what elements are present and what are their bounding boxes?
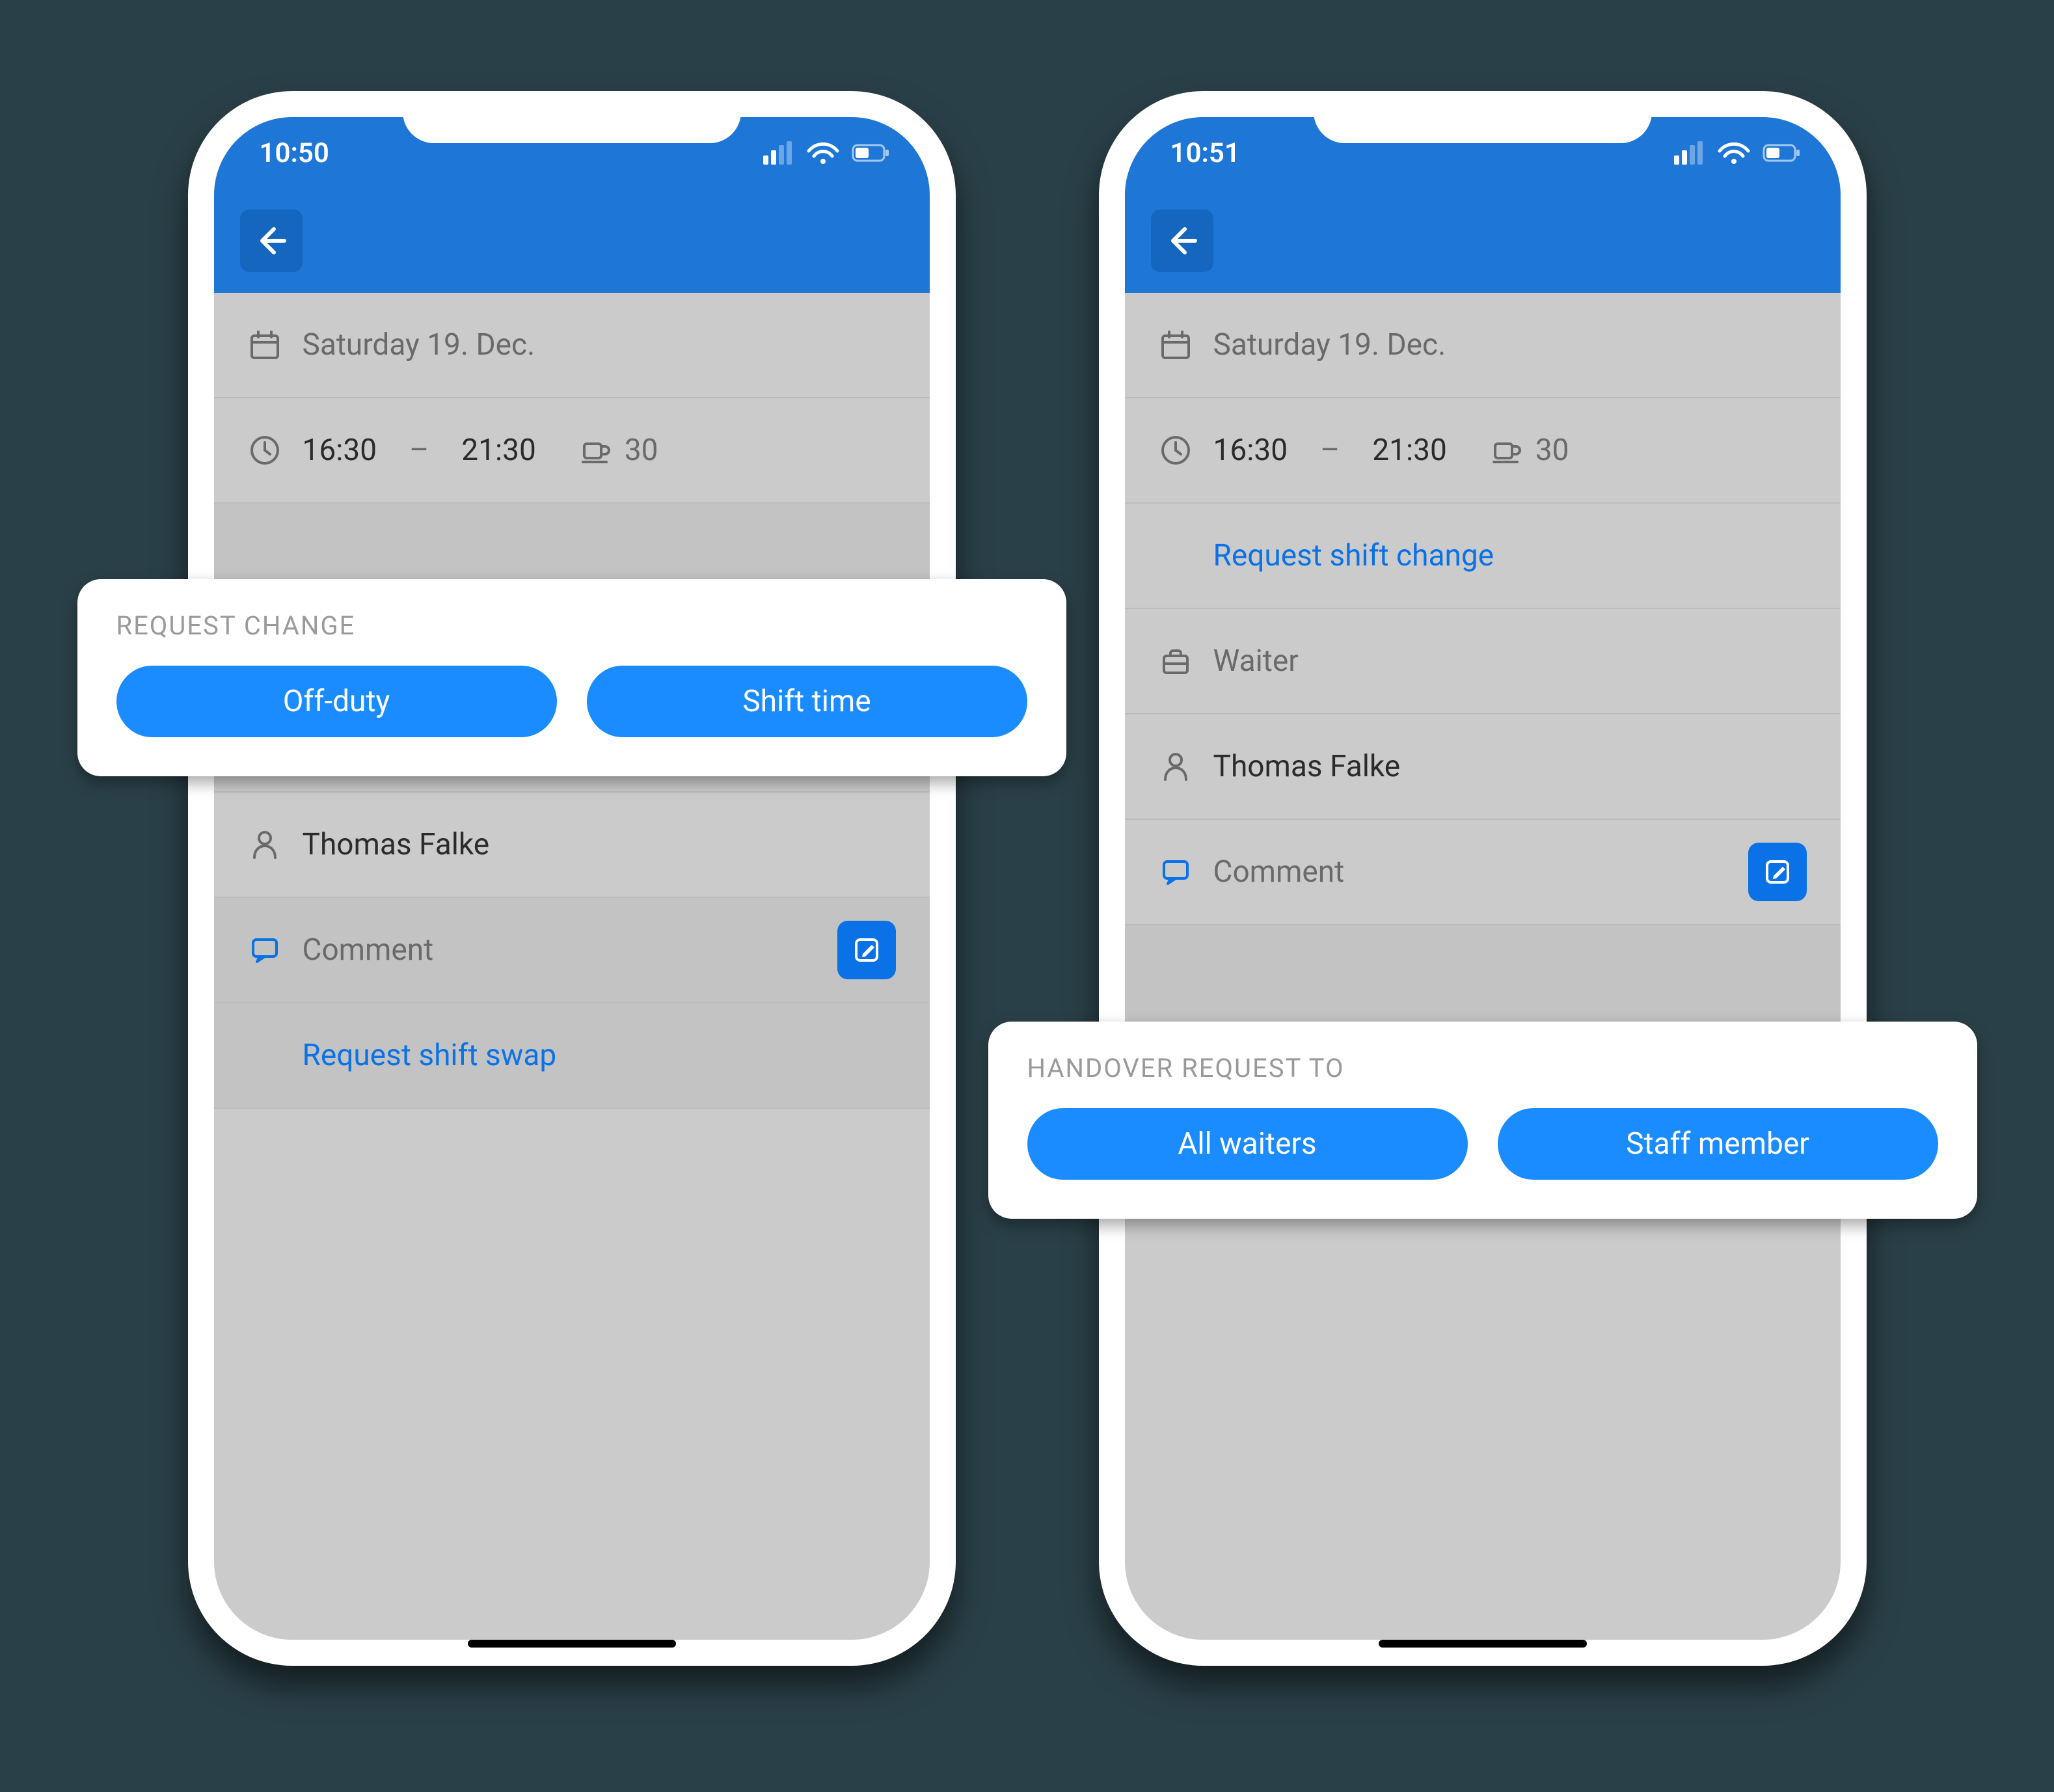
comment-label: Comment	[1213, 854, 1345, 889]
phone-frame: 10:51 Saturday 19. Dec. 16:30 –	[1099, 91, 1867, 1666]
phone-left: 10:50 Saturday 19. Dec. 16:30	[188, 91, 956, 1666]
person-icon	[248, 828, 280, 862]
time-row: 16:30 – 21:30 30	[1125, 398, 1841, 504]
time-start: 16:30	[303, 433, 377, 468]
time-end: 21:30	[1372, 433, 1447, 468]
person-name: Thomas Falke	[303, 827, 490, 862]
phone-frame: 10:50 Saturday 19. Dec. 16:30	[188, 91, 956, 1666]
handover-panel: HANDOVER REQUEST TO All waiters Staff me…	[988, 1022, 1977, 1219]
time-start: 16:30	[1213, 433, 1288, 468]
change-link-row[interactable]: Request shift change	[1125, 504, 1841, 609]
phone-right: 10:51 Saturday 19. Dec. 16:30 –	[1099, 91, 1867, 1666]
off-duty-button[interactable]: Off-duty	[116, 666, 557, 737]
edit-comment-button[interactable]	[1748, 843, 1807, 901]
swap-link-row[interactable]: Request shift swap	[214, 1003, 930, 1109]
clock-icon	[248, 433, 280, 467]
all-waiters-button[interactable]: All waiters	[1027, 1108, 1468, 1180]
home-indicator[interactable]	[468, 1640, 676, 1648]
comment-row[interactable]: Comment	[1125, 820, 1841, 925]
comment-icon	[1159, 855, 1191, 889]
panel-title: REQUEST CHANGE	[116, 610, 1027, 641]
comment-icon	[248, 933, 280, 967]
swap-link-text: Request shift swap	[303, 1038, 557, 1073]
arrow-left-icon	[254, 224, 288, 258]
person-icon	[1159, 750, 1191, 783]
signal-icon	[1671, 141, 1705, 165]
briefcase-icon	[1159, 644, 1191, 678]
calendar-icon	[248, 328, 280, 362]
app-header	[214, 189, 930, 293]
shift-time-button[interactable]: Shift time	[587, 666, 1027, 737]
date-text: Saturday 19. Dec.	[1213, 327, 1446, 362]
signal-icon	[761, 141, 794, 165]
person-row: Thomas Falke	[214, 793, 930, 898]
change-link-text: Request shift change	[1213, 538, 1494, 573]
battery-icon	[852, 141, 891, 165]
role-row: Waiter	[1125, 609, 1841, 714]
mug-icon	[578, 433, 612, 467]
request-change-panel: REQUEST CHANGE Off-duty Shift time	[77, 579, 1066, 776]
break-minutes: 30	[1535, 433, 1569, 468]
phone-screen: 10:50 Saturday 19. Dec. 16:30	[214, 117, 930, 1640]
wifi-icon	[1717, 141, 1751, 165]
time-row: 16:30 – 21:30 30	[214, 398, 930, 504]
role-text: Waiter	[1213, 644, 1299, 679]
phone-notch	[1314, 91, 1652, 143]
edit-icon	[1761, 855, 1794, 889]
status-time: 10:51	[1170, 137, 1240, 169]
app-header	[1125, 189, 1841, 293]
clock-icon	[1159, 433, 1191, 467]
date-row: Saturday 19. Dec.	[214, 293, 930, 398]
phone-screen: 10:51 Saturday 19. Dec. 16:30 –	[1125, 117, 1841, 1640]
person-row: Thomas Falke	[1125, 714, 1841, 820]
back-button[interactable]	[240, 210, 303, 272]
wifi-icon	[806, 141, 840, 165]
calendar-icon	[1159, 328, 1191, 362]
phone-notch	[403, 91, 741, 143]
mug-icon	[1489, 433, 1522, 467]
staff-member-button[interactable]: Staff member	[1498, 1108, 1938, 1180]
edit-icon	[850, 933, 884, 967]
back-button[interactable]	[1151, 210, 1213, 272]
panel-title: HANDOVER REQUEST TO	[1027, 1053, 1938, 1083]
arrow-left-icon	[1165, 224, 1199, 258]
break-minutes: 30	[625, 433, 658, 468]
comment-row[interactable]: Comment	[214, 898, 930, 1003]
person-name: Thomas Falke	[1213, 749, 1401, 784]
battery-icon	[1763, 141, 1802, 165]
edit-comment-button[interactable]	[837, 921, 896, 979]
date-row: Saturday 19. Dec.	[1125, 293, 1841, 398]
home-indicator[interactable]	[1379, 1640, 1587, 1648]
status-time: 10:50	[260, 137, 329, 169]
time-dash: –	[1310, 433, 1350, 468]
comment-label: Comment	[303, 932, 434, 968]
time-end: 21:30	[461, 433, 536, 468]
time-dash: –	[399, 433, 439, 468]
date-text: Saturday 19. Dec.	[303, 327, 535, 362]
